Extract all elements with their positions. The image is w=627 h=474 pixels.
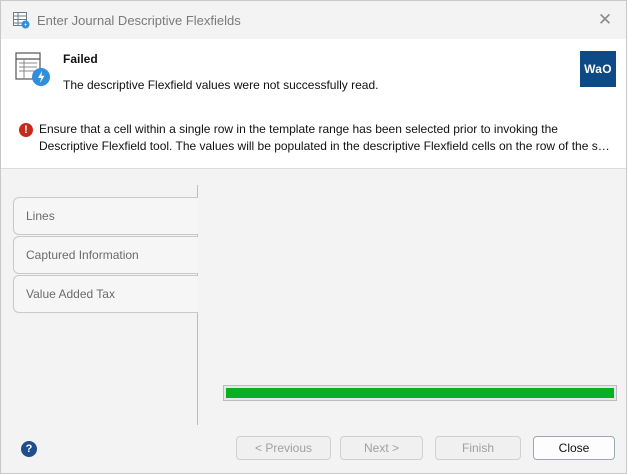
title-bar: Enter Journal Descriptive Flexfields ✕: [1, 1, 626, 39]
error-message-line1: Ensure that a cell within a single row i…: [39, 122, 558, 136]
spreadsheet-app-icon: [13, 12, 30, 29]
window-title: Enter Journal Descriptive Flexfields: [37, 13, 241, 28]
status-title: Failed: [63, 52, 98, 66]
next-button[interactable]: Next >: [340, 436, 423, 460]
wao-logo: WaO: [580, 51, 616, 87]
window-close-button[interactable]: ✕: [594, 9, 616, 31]
close-button[interactable]: Close: [533, 436, 615, 460]
error-message-line2: Descriptive Flexfield tool. The values w…: [39, 139, 615, 153]
flexfield-status-icon: [15, 52, 50, 86]
tab-captured-information[interactable]: Captured Information: [13, 236, 198, 274]
tab-value-added-tax[interactable]: Value Added Tax: [13, 275, 198, 313]
progress-bar: [223, 385, 617, 401]
progress-bar-fill: [226, 388, 614, 398]
error-icon: !: [19, 123, 33, 137]
status-message: The descriptive Flexfield values were no…: [63, 78, 379, 92]
dialog-window: Enter Journal Descriptive Flexfields ✕ F…: [0, 0, 627, 474]
previous-button[interactable]: < Previous: [236, 436, 331, 460]
finish-button[interactable]: Finish: [435, 436, 521, 460]
tab-lines[interactable]: Lines: [13, 197, 198, 235]
status-header: Failed The descriptive Flexfield values …: [1, 39, 626, 169]
help-icon[interactable]: ?: [21, 441, 37, 457]
